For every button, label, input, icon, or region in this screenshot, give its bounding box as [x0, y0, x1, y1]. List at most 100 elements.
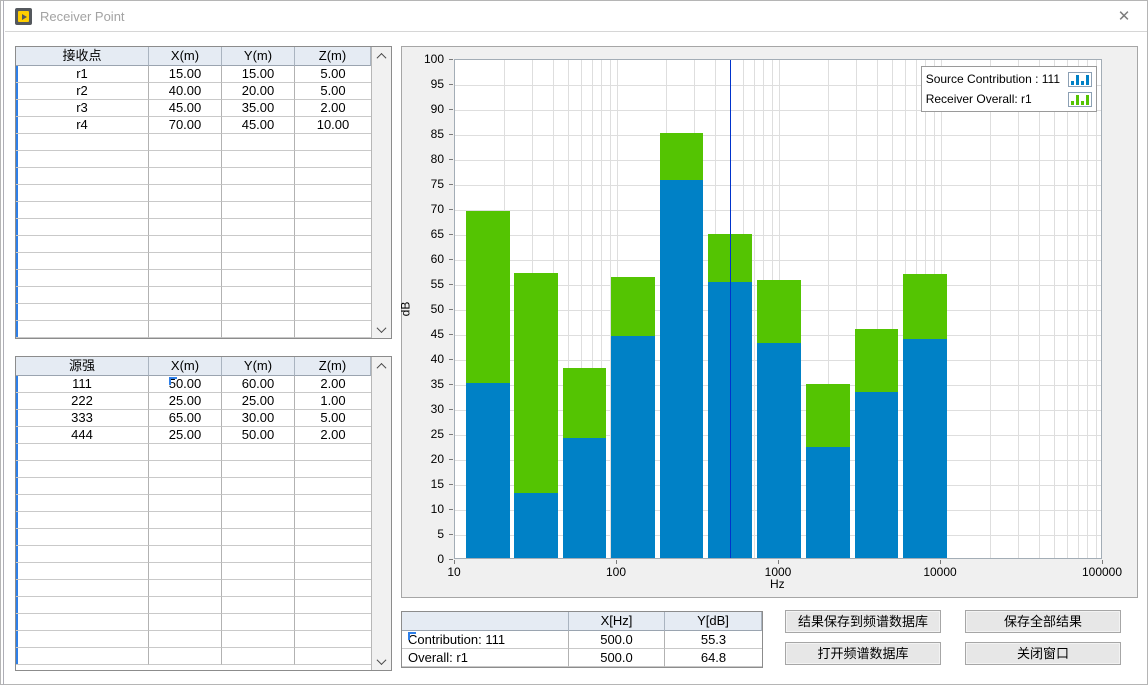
table-cell[interactable]: 70.00: [149, 117, 222, 134]
table-cell[interactable]: 1.00: [295, 393, 371, 410]
table-cell[interactable]: [295, 495, 371, 512]
table-cell[interactable]: 25.00: [149, 427, 222, 444]
table-cell[interactable]: [16, 563, 149, 580]
table-row[interactable]: Contribution: 111500.055.3: [402, 631, 762, 649]
table-cell[interactable]: [295, 631, 371, 648]
table-row-empty[interactable]: [16, 614, 371, 631]
table-row-empty[interactable]: [16, 134, 371, 151]
table-cell[interactable]: 30.00: [222, 410, 295, 427]
table-cell[interactable]: [149, 563, 222, 580]
table-row-empty[interactable]: [16, 495, 371, 512]
table-cell[interactable]: [16, 546, 149, 563]
table-cell[interactable]: [149, 304, 222, 321]
table-cell[interactable]: 5.00: [295, 410, 371, 427]
scroll-up-icon[interactable]: [372, 357, 391, 375]
bar-plot-style-icon[interactable]: [1068, 92, 1092, 107]
table-row-empty[interactable]: [16, 512, 371, 529]
table-cell[interactable]: [149, 512, 222, 529]
table-cell[interactable]: [16, 495, 149, 512]
table-cell[interactable]: r2: [16, 83, 149, 100]
table-cell[interactable]: 25.00: [222, 393, 295, 410]
table-row-empty[interactable]: [16, 168, 371, 185]
source-table[interactable]: 源强X(m)Y(m)Z(m)11150.0060.002.0022225.002…: [15, 356, 392, 671]
table-cell[interactable]: [149, 168, 222, 185]
table-cell[interactable]: 333: [16, 410, 149, 427]
source-table-scrollbar[interactable]: [371, 357, 391, 670]
table-cell[interactable]: [222, 597, 295, 614]
table-cell[interactable]: [149, 185, 222, 202]
scroll-down-icon[interactable]: [372, 320, 391, 338]
table-cell[interactable]: [295, 478, 371, 495]
table-cell[interactable]: [149, 134, 222, 151]
save-to-spectrum-db-button[interactable]: 结果保存到频谱数据库: [785, 610, 941, 633]
table-row-empty[interactable]: [16, 444, 371, 461]
table-cell[interactable]: [295, 461, 371, 478]
table-cell[interactable]: [295, 546, 371, 563]
table-cell[interactable]: 10.00: [295, 117, 371, 134]
chart-plot-area[interactable]: [454, 59, 1102, 559]
table-cell[interactable]: 15.00: [222, 66, 295, 83]
table-row-empty[interactable]: [16, 546, 371, 563]
table-row[interactable]: r345.0035.002.00: [16, 100, 371, 117]
table-cell[interactable]: [16, 478, 149, 495]
table-cell[interactable]: [16, 580, 149, 597]
table-cell[interactable]: r4: [16, 117, 149, 134]
table-row-empty[interactable]: [16, 597, 371, 614]
table-cell[interactable]: 35.00: [222, 100, 295, 117]
table-cell[interactable]: [16, 512, 149, 529]
table-cell[interactable]: [16, 253, 149, 270]
table-row-empty[interactable]: [16, 529, 371, 546]
table-cell[interactable]: [295, 444, 371, 461]
table-cell[interactable]: 2.00: [295, 376, 371, 393]
table-cell[interactable]: 25.00: [149, 393, 222, 410]
table-cell[interactable]: [149, 478, 222, 495]
table-row[interactable]: 22225.0025.001.00: [16, 393, 371, 410]
table-cell[interactable]: [295, 168, 371, 185]
table-row-empty[interactable]: [16, 461, 371, 478]
table-cell[interactable]: [16, 444, 149, 461]
table-cell[interactable]: [222, 614, 295, 631]
table-cell[interactable]: 222: [16, 393, 149, 410]
table-cell[interactable]: 45.00: [222, 117, 295, 134]
table-row[interactable]: 44425.0050.002.00: [16, 427, 371, 444]
table-cell[interactable]: [222, 512, 295, 529]
table-cell[interactable]: [149, 270, 222, 287]
table-cell[interactable]: [149, 321, 222, 338]
table-cell[interactable]: [16, 287, 149, 304]
table-cell[interactable]: [222, 444, 295, 461]
table-row-empty[interactable]: [16, 185, 371, 202]
table-cell[interactable]: [149, 631, 222, 648]
table-row-empty[interactable]: [16, 236, 371, 253]
table-cell[interactable]: r1: [16, 66, 149, 83]
table-cell[interactable]: 111: [16, 376, 149, 393]
table-cell[interactable]: [295, 134, 371, 151]
table-cell[interactable]: [222, 495, 295, 512]
table-cell[interactable]: [295, 529, 371, 546]
table-row-empty[interactable]: [16, 151, 371, 168]
table-cell[interactable]: [295, 648, 371, 665]
table-cell[interactable]: [222, 546, 295, 563]
table-row[interactable]: r115.0015.005.00: [16, 66, 371, 83]
table-cell[interactable]: [222, 185, 295, 202]
table-cell[interactable]: 15.00: [149, 66, 222, 83]
table-cell[interactable]: [295, 580, 371, 597]
receiver-table-grid[interactable]: 接收点X(m)Y(m)Z(m)r115.0015.005.00r240.0020…: [16, 47, 371, 338]
bar-plot-style-icon[interactable]: [1068, 72, 1092, 87]
table-cell[interactable]: [222, 631, 295, 648]
table-cell[interactable]: [16, 151, 149, 168]
table-row-empty[interactable]: [16, 287, 371, 304]
table-cell[interactable]: [16, 236, 149, 253]
table-cell[interactable]: [222, 168, 295, 185]
table-cell[interactable]: [149, 495, 222, 512]
table-cell[interactable]: [295, 219, 371, 236]
source-table-grid[interactable]: 源强X(m)Y(m)Z(m)11150.0060.002.0022225.002…: [16, 357, 371, 670]
open-spectrum-db-button[interactable]: 打开频谱数据库: [785, 642, 941, 665]
close-icon[interactable]: ✕: [1115, 8, 1133, 26]
table-cell[interactable]: [149, 597, 222, 614]
table-cell[interactable]: [295, 270, 371, 287]
table-cell[interactable]: [149, 529, 222, 546]
table-cell[interactable]: [295, 236, 371, 253]
table-cell[interactable]: 500.0: [569, 631, 665, 649]
table-cell[interactable]: [16, 270, 149, 287]
table-row[interactable]: 33365.0030.005.00: [16, 410, 371, 427]
